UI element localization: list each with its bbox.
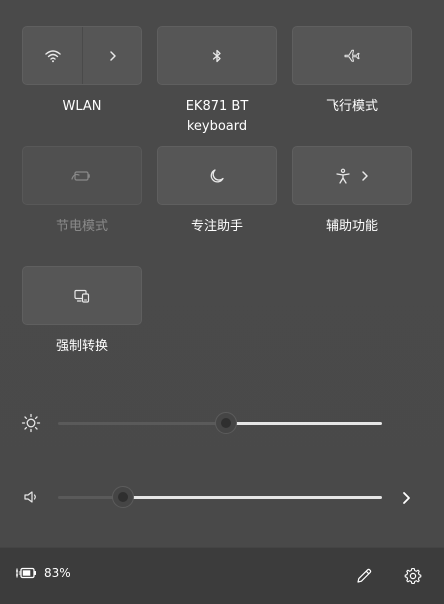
accessibility-icon [336, 168, 350, 184]
wlan-tile [22, 26, 142, 85]
cast-label: 强制转换 [55, 339, 108, 354]
audio-output-button[interactable] [396, 488, 416, 508]
chevron-right-icon [403, 492, 410, 504]
gear-icon [404, 567, 422, 585]
battery-saver-tile[interactable] [22, 146, 142, 205]
airplane-mode-tile[interactable] [292, 26, 412, 85]
edit-quick-settings-button[interactable] [352, 564, 376, 588]
sun-icon [20, 413, 42, 433]
battery-saver-label: 节电模式 [55, 219, 108, 234]
airplane-mode-label: 飞行模式 [325, 99, 378, 114]
volume-row [0, 482, 444, 512]
brightness-row [0, 408, 444, 438]
bluetooth-label: EK871 BT keyboard [147, 97, 287, 137]
focus-assist-tile[interactable] [157, 146, 277, 205]
chevron-right-icon [110, 50, 116, 61]
volume-slider[interactable] [58, 496, 382, 499]
pencil-icon [357, 568, 372, 583]
cast-icon [74, 289, 90, 303]
volume-slider-thumb[interactable] [111, 486, 134, 508]
accessibility-tile[interactable] [292, 146, 412, 205]
cast-tile[interactable] [22, 266, 142, 325]
chevron-right-icon [362, 170, 368, 181]
battery-percent: 83% [44, 566, 71, 580]
brightness-slider-thumb[interactable] [215, 412, 238, 434]
bluetooth-device-name: EK871 BT [185, 99, 249, 114]
wlan-label: WLAN [62, 99, 102, 114]
settings-button[interactable] [401, 564, 425, 588]
focus-assist-label: 专注助手 [190, 219, 243, 234]
speaker-icon[interactable] [20, 487, 42, 507]
quick-settings-panel: WLAN EK871 BT keyboard 飞行模式 节电模式 专注助手 辅助… [0, 0, 444, 604]
battery-status[interactable]: 83% [16, 566, 71, 580]
volume-slider-fill [122, 496, 382, 499]
bluetooth-device-type: keyboard [186, 119, 248, 134]
wlan-expand-button[interactable] [83, 27, 143, 84]
wlan-toggle-button[interactable] [23, 27, 82, 84]
bluetooth-icon [212, 49, 221, 62]
moon-icon [210, 168, 224, 182]
wifi-icon [44, 49, 61, 62]
airplane-icon [344, 49, 360, 62]
accessibility-label: 辅助功能 [325, 219, 378, 234]
bluetooth-tile[interactable] [157, 26, 277, 85]
footer-bar: 83% [0, 547, 444, 604]
battery-saver-icon [71, 170, 90, 181]
brightness-slider-fill [226, 422, 382, 425]
battery-charging-icon [16, 567, 36, 579]
